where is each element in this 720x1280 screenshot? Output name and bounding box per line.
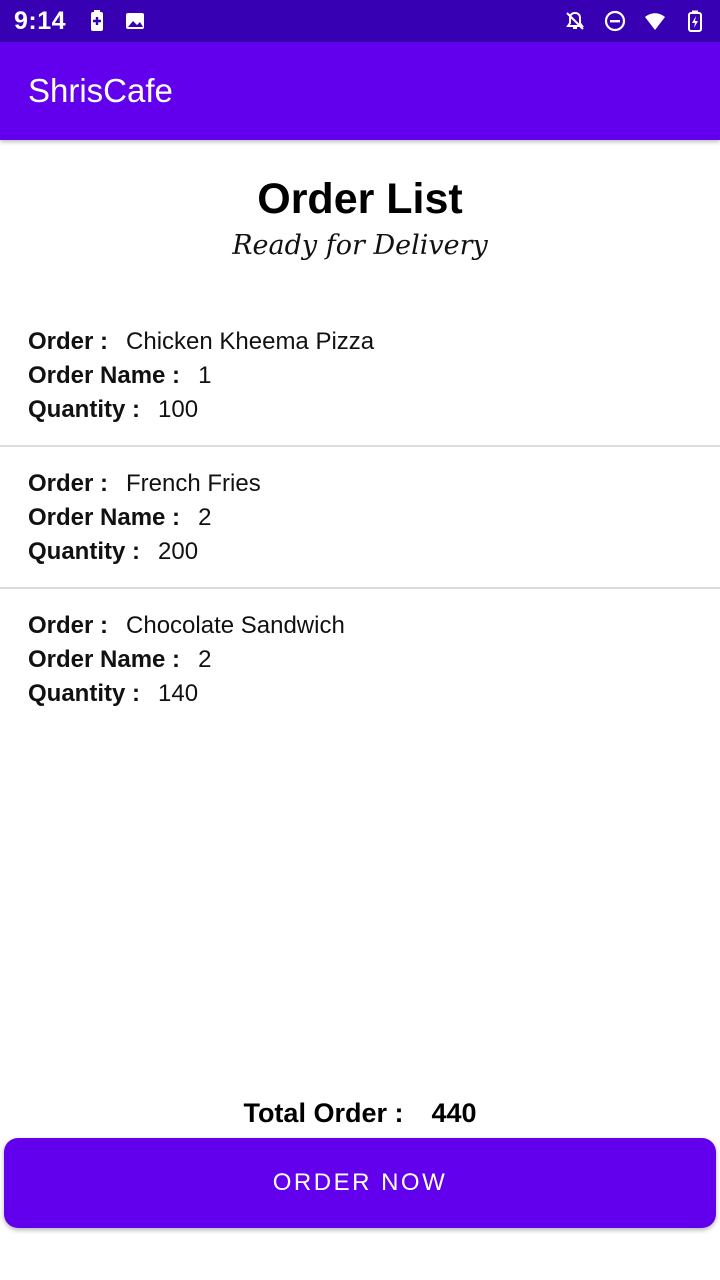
app-title: ShrisCafe (28, 72, 173, 109)
quantity-label: Quantity : (28, 680, 140, 707)
order-row: Order : Chicken Kheema Pizza (28, 325, 692, 359)
order-label: Order : (28, 328, 109, 355)
order-row: Order : Chocolate Sandwich (28, 609, 692, 643)
order-name-value: 1 (198, 362, 212, 389)
order-name-label: Order Name : (28, 504, 181, 531)
order-label: Order : (28, 470, 109, 497)
battery-charging-icon (684, 10, 706, 32)
total-order: Total Order : 440 (0, 1098, 720, 1129)
order-value: Chocolate Sandwich (126, 612, 345, 639)
order-name-row: Order Name : 2 (28, 643, 692, 677)
order-name-row: Order Name : 1 (28, 359, 692, 393)
status-time: 9:14 (14, 6, 67, 35)
battery-saver-icon (86, 10, 108, 32)
do-not-disturb-icon (604, 10, 626, 32)
image-icon (124, 10, 146, 32)
order-value: French Fries (126, 470, 261, 497)
quantity-value: 100 (158, 396, 199, 423)
total-order-label: Total Order : (243, 1098, 404, 1128)
app-bar: ShrisCafe (0, 42, 720, 140)
wifi-icon (644, 10, 666, 32)
notifications-off-icon (564, 10, 586, 32)
quantity-row: Quantity : 100 (28, 393, 692, 427)
order-name-label: Order Name : (28, 646, 181, 673)
status-left-icons (86, 10, 146, 32)
total-order-value: 440 (431, 1098, 477, 1128)
quantity-label: Quantity : (28, 396, 140, 423)
quantity-row: Quantity : 140 (28, 677, 692, 711)
order-list[interactable]: Order : Chicken Kheema Pizza Order Name … (0, 305, 720, 731)
status-bar: 9:14 (0, 0, 720, 42)
quantity-row: Quantity : 200 (28, 535, 692, 569)
quantity-value: 200 (158, 538, 199, 565)
order-item[interactable]: Order : Chocolate Sandwich Order Name : … (0, 589, 720, 731)
page-title: Order List (257, 175, 463, 223)
quantity-label: Quantity : (28, 538, 140, 565)
order-row: Order : French Fries (28, 467, 692, 501)
order-name-value: 2 (198, 646, 212, 673)
order-name-row: Order Name : 2 (28, 501, 692, 535)
order-value: Chicken Kheema Pizza (126, 328, 375, 355)
order-now-button[interactable]: ORDER NOW (4, 1138, 716, 1228)
page-subtitle: Ready for Delivery (232, 230, 488, 261)
order-name-value: 2 (198, 504, 212, 531)
status-right-icons (564, 10, 706, 32)
order-label: Order : (28, 612, 109, 639)
order-item[interactable]: Order : Chicken Kheema Pizza Order Name … (0, 305, 720, 447)
order-item[interactable]: Order : French Fries Order Name : 2 Quan… (0, 447, 720, 589)
order-name-label: Order Name : (28, 362, 181, 389)
quantity-value: 140 (158, 680, 199, 707)
